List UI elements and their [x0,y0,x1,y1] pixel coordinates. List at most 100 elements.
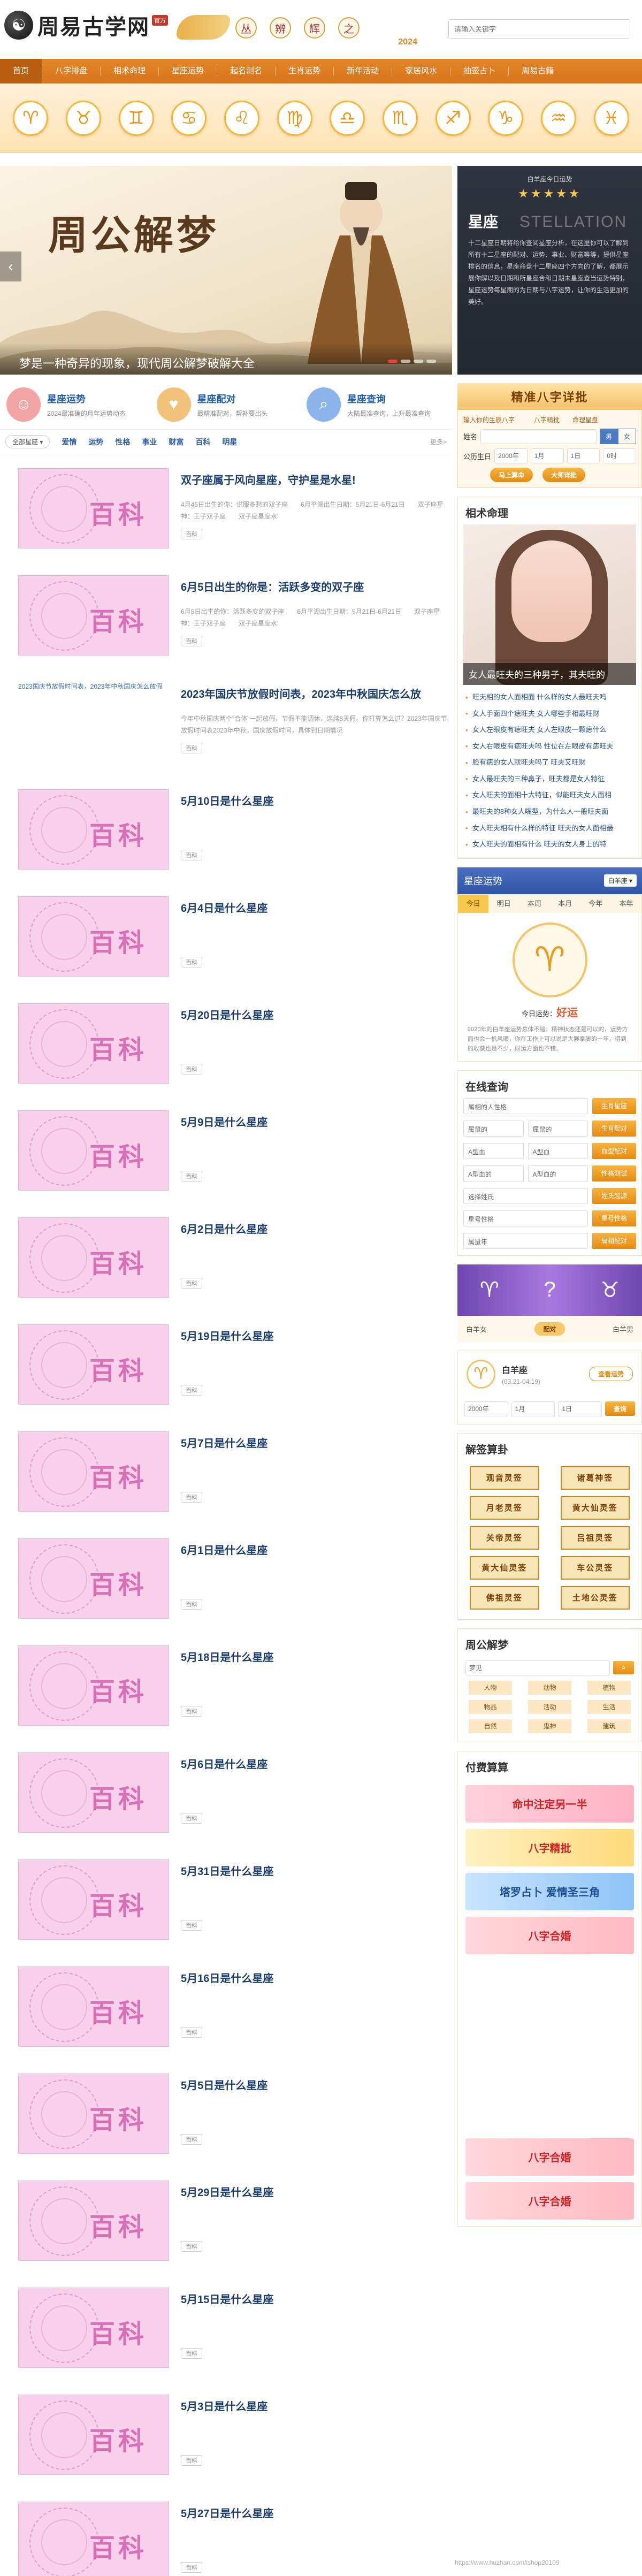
query-button[interactable]: 属相配对 [592,1232,636,1249]
article-title[interactable]: 6月5日出生的你是：活跃多变的双子座 [181,578,449,594]
article-tag[interactable]: 百科 [181,1278,202,1289]
libra-icon[interactable]: ♎ [330,100,365,136]
query-select-a[interactable]: 选择姓氏 [463,1187,588,1204]
dream-category[interactable]: 动物 [528,1680,571,1695]
dream-category[interactable]: 生活 [587,1699,631,1714]
dream-category[interactable]: 建筑 [587,1719,631,1733]
search-input[interactable] [449,20,630,38]
more-link[interactable]: 更多> [430,437,447,446]
article-item[interactable]: 百科 5月6日是什么星座 百科 [0,1739,452,1846]
fate-list-item[interactable]: 旺夫相的女人面相面 什么样的女人最旺夫吗 [465,689,634,706]
aquarius-icon[interactable]: ♒ [540,100,576,136]
hero-carousel[interactable]: 周公解梦 ‹ 梦是一种奇异的现象，现代周公解梦破解大全 [0,166,452,375]
article-title[interactable]: 6月2日是什么星座 [181,1221,449,1236]
article-image-alt[interactable]: 2023国庆节放假时间表，2023年中秋国庆怎么放假 [18,682,169,763]
article-title[interactable]: 5月15日是什么星座 [181,2291,449,2306]
dream-category[interactable]: 自然 [469,1719,512,1733]
article-title[interactable]: 5月3日是什么星座 [181,2398,449,2413]
sign-select[interactable]: 全部星座 ▾ [5,435,50,448]
nav-bazi[interactable]: 八字排盘 [42,59,100,83]
article-title[interactable]: 5月5日是什么星座 [181,2077,449,2092]
aries-icon[interactable]: ♈ [13,100,49,136]
divination-button[interactable]: 观音灵签 [470,1466,539,1490]
nav-xinnian[interactable]: 新年活动 [334,59,392,83]
article-title[interactable]: 2023年国庆节放假时间表，2023年中秋国庆怎么放 [181,685,449,701]
divination-button[interactable]: 黄大仙灵签 [560,1496,630,1520]
gemini-icon[interactable]: ♊ [118,100,154,136]
divination-button[interactable]: 月老灵签 [470,1496,539,1520]
capricorn-icon[interactable]: ♑ [488,100,524,136]
gender-female[interactable]: 女 [617,429,636,444]
article-thumbnail[interactable]: 百科 [18,1217,169,1298]
article-tag[interactable]: 百科 [181,1171,202,1182]
article-item[interactable]: 2023国庆节放假时间表，2023年中秋国庆怎么放假 2023年国庆节放假时间表，… [0,668,452,775]
article-title[interactable]: 5月27日是什么星座 [181,2505,449,2520]
hero-prev-button[interactable]: ‹ [0,251,21,281]
fortune-tab-tomorrow[interactable]: 明日 [488,895,519,913]
sagittarius-icon[interactable]: ♐ [435,100,471,136]
fortune-tab-month[interactable]: 本月 [550,895,580,913]
query-button[interactable]: 血型配对 [592,1142,636,1159]
ad-tarot[interactable]: 塔罗占卜 爱情圣三角 [465,1872,634,1910]
article-item[interactable]: 百科 5月29日是什么星座 百科 [0,2167,452,2274]
tab-celebrity[interactable]: 明星 [222,437,237,447]
master-button[interactable]: 大师详批 [542,468,586,482]
nav-guji[interactable]: 周易古籍 [509,59,567,83]
article-item[interactable]: 百科 5月15日是什么星座 百科 [0,2274,452,2381]
ad-marriage[interactable]: 八字合婚 [465,1916,634,1954]
pisces-icon[interactable]: ♓ [593,100,629,136]
query-select-a[interactable]: A型血的 [463,1165,524,1182]
article-thumbnail[interactable]: 百科 [18,1003,169,1084]
article-title[interactable]: 5月7日是什么星座 [181,1435,449,1450]
article-tag[interactable]: 百科 [181,1920,202,1931]
article-title[interactable]: 5月31日是什么星座 [181,1863,449,1878]
aries-year-select[interactable]: 2000年 [464,1401,508,1416]
article-tag[interactable]: 百科 [181,1813,202,1824]
ad-soulmate[interactable]: 命中注定另一半 [465,1785,634,1823]
fortune-tab-week[interactable]: 本周 [519,895,549,913]
fortune-sign-select[interactable]: 白羊座 ▾ [603,874,637,887]
article-title[interactable]: 5月19日是什么星座 [181,1328,449,1343]
hero-dot[interactable] [401,360,410,363]
article-thumbnail[interactable]: 百科 [18,1967,169,2047]
virgo-icon[interactable]: ♍ [277,100,312,136]
dream-category[interactable]: 人物 [469,1680,512,1695]
article-item[interactable]: 百科 5月19日是什么星座 百科 [0,1310,452,1417]
aries-query-button[interactable]: 查询 [605,1401,635,1416]
divination-button[interactable]: 佛祖灵签 [470,1586,539,1610]
article-tag[interactable]: 百科 [181,2562,202,2573]
article-thumbnail[interactable]: 百科 [18,575,169,656]
article-title[interactable]: 5月18日是什么星座 [181,1649,449,1664]
calculate-button[interactable]: 马上算命 [490,468,533,482]
article-thumbnail[interactable]: 百科 [18,1859,169,1940]
article-title[interactable]: 5月10日是什么星座 [181,792,449,808]
query-select-b[interactable]: A型血 [528,1142,588,1159]
article-tag[interactable]: 百科 [181,2348,202,2359]
article-tag[interactable]: 百科 [181,2241,202,2252]
divination-button[interactable]: 土地公灵签 [560,1586,630,1610]
query-select-a[interactable]: 属鼠的 [463,1120,524,1137]
article-tag[interactable]: 百科 [181,2027,202,2038]
dream-category[interactable]: 物品 [469,1699,512,1714]
month-select[interactable]: 1月 [530,448,564,463]
query-select-a[interactable]: 属鼠年 [463,1232,588,1249]
fate-feature-image[interactable]: 女人最旺夫的三种男子，其夫旺的 [463,524,636,685]
query-button[interactable]: 姓氏起源 [592,1187,636,1204]
fortune-tab-year[interactable]: 今年 [580,895,611,913]
article-title[interactable]: 双子座属于风向星座，守护星是水星! [181,471,449,487]
fate-list-item[interactable]: 女人手面四个痣旺夫 女人哪些手相最旺财 [465,706,634,722]
ad-marriage-2[interactable]: 八字合婚 [465,2138,634,2176]
match-button[interactable]: 配对 [534,1322,565,1336]
article-tag[interactable]: 百科 [181,2134,202,2145]
article-tag[interactable]: 百科 [181,1492,202,1503]
article-item[interactable]: 百科 6月5日出生的你是：活跃多变的双子座 6月5日出生的你：活跃多变的双子座 6月… [0,561,452,668]
article-tag[interactable]: 百科 [181,1064,202,1074]
article-item[interactable]: 百科 6月1日是什么星座 百科 [0,1525,452,1632]
fate-list-item[interactable]: 女人左眼皮有痣旺夫 女人左眼皮一颗痣什么 [465,722,634,738]
site-logo[interactable]: ☯ 周易古学网 官方 [4,10,168,41]
name-input[interactable] [480,429,597,444]
divination-button[interactable]: 黄大仙灵签 [470,1556,539,1580]
article-thumbnail[interactable]: 百科 [18,2395,169,2475]
divination-button[interactable]: 诸葛神签 [560,1466,630,1490]
fate-list-item[interactable]: 脸有痣的女人就旺夫吗了 旺夫又旺财 [465,754,634,771]
